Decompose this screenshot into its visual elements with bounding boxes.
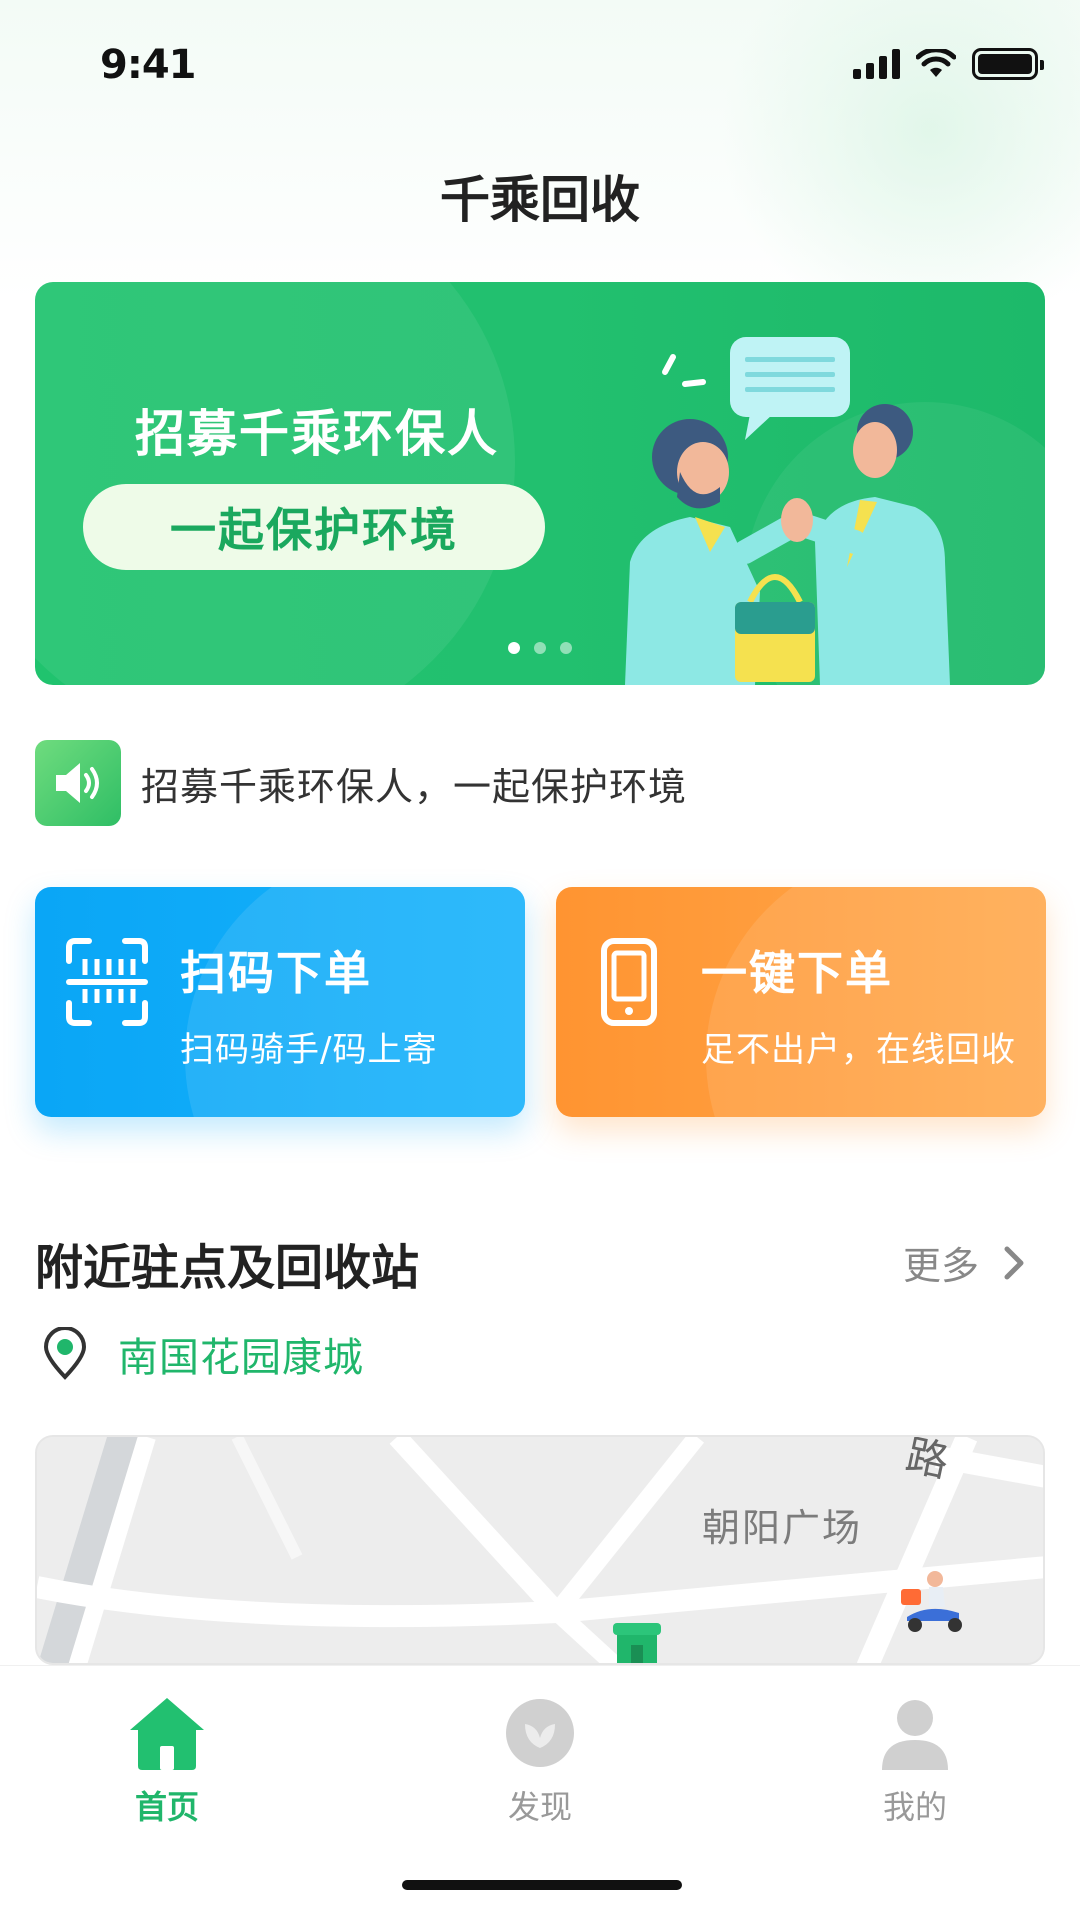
section-title: 附近驻点及回收站 (35, 1240, 420, 1296)
announcement-bar[interactable]: 招募千乘环保人，一起保护环境 (35, 740, 687, 826)
speaker-icon (35, 740, 121, 826)
pagination-dot[interactable] (508, 642, 520, 654)
banner-headline: 招募千乘环保人 (135, 405, 499, 463)
page-title: 千乘回收 (440, 171, 640, 229)
tab-home[interactable]: 首页 (67, 1696, 267, 1828)
current-location[interactable]: 南国花园康城 (42, 1325, 364, 1383)
courier-scooter-icon[interactable] (899, 1567, 969, 1635)
map-place-label: 朝阳广场 (702, 1506, 863, 1550)
card-subtitle: 扫码骑手/码上寄 (180, 1030, 438, 1070)
promo-banner[interactable]: 招募千乘环保人 一起保护环境 (35, 282, 1045, 685)
pagination-dot[interactable] (560, 642, 572, 654)
more-label: 更多 (902, 1244, 979, 1288)
one-click-order-card[interactable]: 一键下单 足不出户，在线回收 (556, 887, 1046, 1117)
tab-discover[interactable]: 发现 (440, 1696, 640, 1828)
chevron-right-icon (1004, 1246, 1024, 1279)
map-roads (37, 1437, 1043, 1663)
status-icons (853, 48, 1044, 80)
tab-profile[interactable]: 我的 (815, 1696, 1015, 1828)
card-subtitle: 足不出户，在线回收 (701, 1030, 1016, 1070)
banner-join-button[interactable]: 一起保护环境 (83, 484, 545, 570)
card-title: 一键下单 (701, 946, 893, 1000)
pagination-dot[interactable] (534, 642, 546, 654)
tab-label: 我的 (882, 1788, 947, 1826)
scan-order-card[interactable]: 扫码下单 扫码骑手/码上寄 (35, 887, 525, 1117)
home-indicator[interactable] (402, 1880, 682, 1890)
wifi-icon (916, 49, 956, 77)
profile-icon (882, 1700, 948, 1770)
recycle-station-marker-icon[interactable] (613, 1619, 661, 1665)
nearby-map[interactable]: 朝阳广场 路 (35, 1435, 1045, 1665)
discover-icon (506, 1699, 574, 1767)
announcement-text: 招募千乘环保人，一起保护环境 (141, 764, 688, 809)
handshake-illustration (625, 337, 950, 685)
more-link[interactable]: 更多 (903, 1235, 1025, 1290)
status-bar: 9:41 (0, 0, 1080, 130)
location-text: 南国花园康城 (118, 1335, 364, 1381)
tab-label: 首页 (134, 1788, 199, 1826)
tab-label: 发现 (507, 1788, 572, 1826)
phone-icon (601, 938, 657, 1026)
status-time: 9:41 (100, 42, 196, 88)
card-title: 扫码下单 (180, 946, 372, 1000)
cellular-signal-icon (853, 49, 900, 79)
battery-icon (972, 48, 1044, 80)
scan-icon (66, 938, 148, 1026)
home-icon (130, 1698, 204, 1770)
location-pin-icon (43, 1327, 87, 1380)
banner-pagination[interactable] (508, 642, 572, 654)
